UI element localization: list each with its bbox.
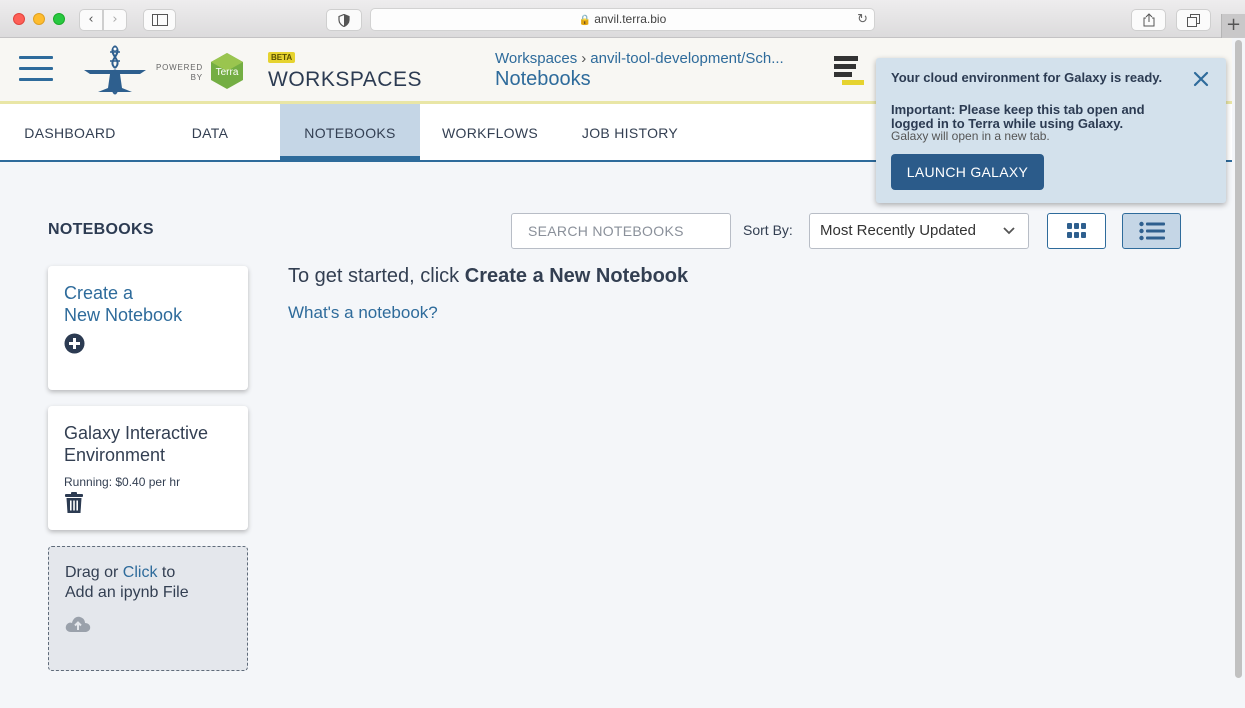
get-started-text: To get started, click Create a New Noteb… [288, 265, 688, 288]
chevron-left-icon: ‹ [88, 12, 94, 27]
tab-job-history[interactable]: JOB HISTORY [560, 104, 700, 160]
new-tab-button[interactable]: + [1221, 14, 1245, 38]
tab-notebooks[interactable]: NOTEBOOKS [280, 104, 420, 162]
galaxy-title-line2: Environment [64, 445, 166, 465]
by-text: BY [190, 73, 203, 82]
click-to-upload-link[interactable]: Click [123, 564, 158, 581]
app-title[interactable]: WORKSPACES [268, 68, 422, 92]
list-view-button[interactable] [1122, 213, 1181, 249]
menu-icon[interactable] [19, 56, 53, 84]
notebooks-heading: NOTEBOOKS [48, 221, 154, 238]
breadcrumb-workspace-link[interactable]: anvil-tool-development/Sch... [590, 50, 783, 67]
to-text: to [157, 564, 176, 581]
beta-badge: BETA [268, 52, 296, 63]
upload-line1: Drag or Click to [65, 563, 189, 583]
galaxy-card-title: Galaxy Interactive Environment [64, 422, 208, 466]
address-bar[interactable]: 🔒 anvil.terra.bio ↻ [370, 8, 875, 31]
drag-or-text: Drag or [65, 564, 123, 581]
forward-button[interactable]: › [103, 9, 127, 31]
list-icon [1138, 221, 1165, 241]
breadcrumb: Workspaces › anvil-tool-development/Sch... [495, 50, 784, 67]
tab-dashboard[interactable]: DASHBOARD [0, 104, 140, 160]
breadcrumb-workspaces-link[interactable]: Workspaces [495, 50, 577, 67]
breadcrumb-separator: › [581, 50, 587, 67]
notification-message: Your cloud environment for Galaxy is rea… [891, 70, 1163, 85]
sort-by-label: Sort By: [743, 222, 793, 238]
anvil-logo[interactable] [82, 44, 148, 96]
cloud-environment-icon[interactable] [834, 56, 870, 86]
plus-circle-icon [64, 333, 85, 354]
get-started-prefix: To get started, click [288, 265, 465, 287]
close-window-button[interactable] [13, 13, 25, 25]
create-notebook-line1: Create a [64, 283, 134, 303]
grid-view-button[interactable] [1047, 213, 1106, 249]
upload-line2: Add an ipynb File [65, 584, 189, 601]
cloud-upload-icon [65, 616, 91, 632]
upload-dropzone-text: Drag or Click to Add an ipynb File [65, 563, 189, 603]
page-title: Notebooks [495, 68, 591, 90]
browser-toolbar: ‹ › 🔒 anvil.terra.bio ↻ + [0, 0, 1245, 38]
whats-a-notebook-link[interactable]: What's a notebook? [288, 303, 438, 323]
search-notebooks-input[interactable] [511, 213, 731, 249]
sidebar-toggle-button[interactable] [143, 9, 176, 31]
upload-dropzone[interactable]: Drag or Click to Add an ipynb File [48, 546, 248, 671]
get-started-bold: Create a New Notebook [464, 265, 689, 287]
galaxy-environment-card[interactable]: Galaxy Interactive Environment Running: … [48, 406, 248, 530]
galaxy-status: Running: $0.40 per hr [64, 475, 181, 489]
reload-icon[interactable]: ↻ [857, 9, 868, 30]
zoom-window-button[interactable] [53, 13, 65, 25]
create-notebook-title: Create a New Notebook [64, 282, 182, 326]
notification-important: Important: Please keep this tab open and… [891, 102, 1145, 131]
create-notebook-line2: New Notebook [64, 305, 183, 325]
terra-logo[interactable]: Terra [208, 52, 246, 90]
powered-by-label: POWERED BY [156, 63, 203, 83]
lock-icon: 🔒 [578, 15, 592, 26]
tabs-icon [1187, 14, 1200, 27]
plus-icon: + [1225, 14, 1242, 35]
sort-selected-value: Most Recently Updated [820, 222, 976, 239]
powered-text: POWERED [156, 63, 203, 72]
terra-logo-text: Terra [216, 67, 239, 78]
sort-select[interactable]: Most Recently Updated [809, 213, 1029, 249]
shield-icon [338, 13, 350, 28]
tab-workflows[interactable]: WORKFLOWS [420, 104, 560, 160]
close-icon[interactable] [1192, 70, 1210, 88]
share-button[interactable] [1131, 9, 1166, 31]
sidebar-icon [151, 14, 168, 26]
chevron-down-icon [1003, 227, 1015, 235]
trash-icon[interactable] [65, 492, 83, 513]
url-text: anvil.terra.bio [594, 12, 667, 26]
create-notebook-card[interactable]: Create a New Notebook [48, 266, 248, 390]
galaxy-ready-notification: Your cloud environment for Galaxy is rea… [876, 58, 1226, 203]
grid-icon [1066, 223, 1086, 238]
minimize-window-button[interactable] [33, 13, 45, 25]
notification-subtext: Galaxy will open in a new tab. [891, 129, 1050, 143]
galaxy-title-line1: Galaxy Interactive [64, 423, 209, 443]
privacy-report-button[interactable] [326, 9, 362, 31]
launch-galaxy-button[interactable]: LAUNCH GALAXY [891, 154, 1044, 190]
back-button[interactable]: ‹ [79, 9, 103, 31]
chevron-right-icon: › [112, 12, 118, 27]
tab-overview-button[interactable] [1176, 9, 1211, 31]
tab-data[interactable]: DATA [140, 104, 280, 160]
page-scrollbar[interactable] [1235, 40, 1242, 678]
share-icon [1143, 13, 1154, 27]
